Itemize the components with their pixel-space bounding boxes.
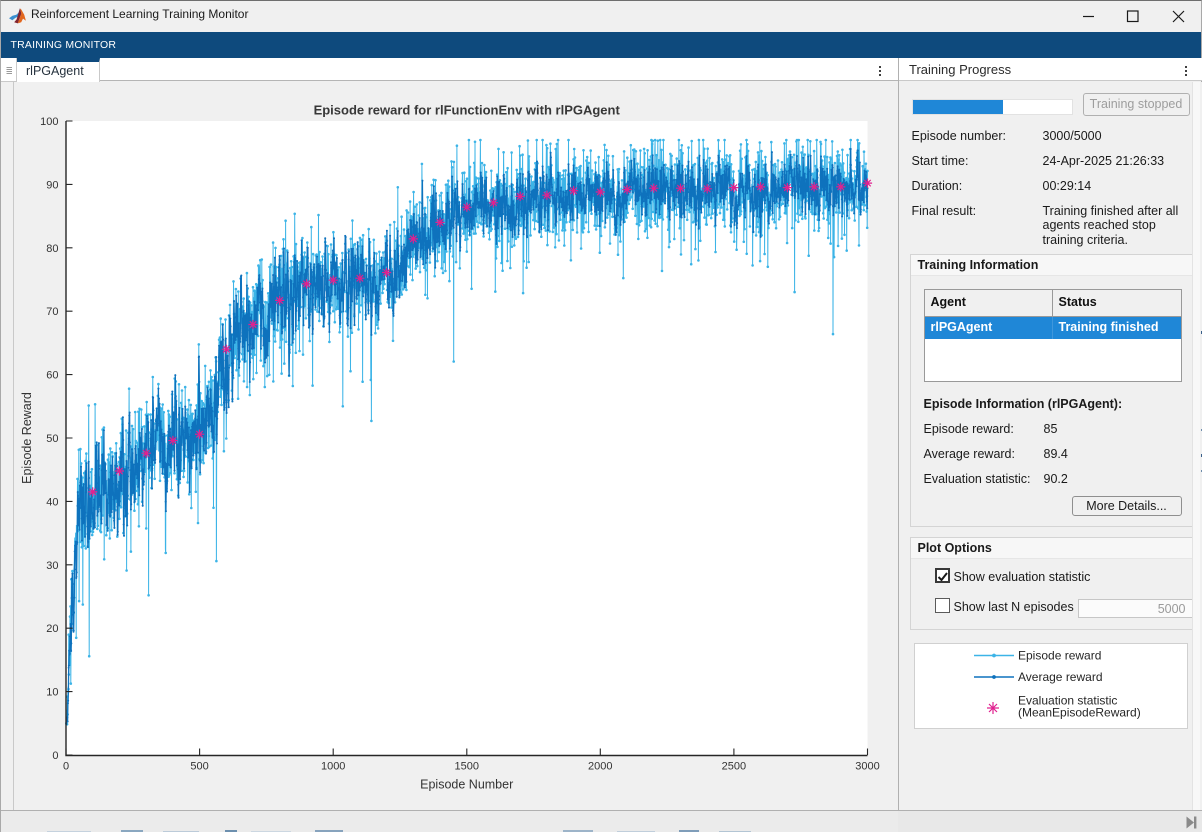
svg-text:20: 20: [46, 623, 58, 635]
svg-text:60: 60: [46, 370, 58, 382]
svg-text:3000: 3000: [855, 761, 879, 773]
svg-text:Episode reward for rlFunctionE: Episode reward for rlFunctionEnv with rl…: [314, 103, 621, 118]
svg-text:0: 0: [52, 750, 58, 762]
svg-text:Episode Number: Episode Number: [420, 778, 513, 792]
svg-text:80: 80: [46, 243, 58, 255]
svg-text:40: 40: [46, 496, 58, 508]
svg-text:1500: 1500: [455, 761, 479, 773]
svg-text:100: 100: [40, 116, 58, 128]
svg-text:10: 10: [46, 687, 58, 699]
svg-text:Episode reward: Episode reward: [1018, 649, 1101, 663]
svg-text:50: 50: [46, 433, 58, 445]
svg-text:2500: 2500: [722, 761, 746, 773]
svg-text:0: 0: [63, 761, 69, 773]
svg-text:(MeanEpisodeReward): (MeanEpisodeReward): [1018, 706, 1141, 720]
svg-text:500: 500: [190, 761, 208, 773]
svg-text:2000: 2000: [588, 761, 612, 773]
svg-text:30: 30: [46, 560, 58, 572]
svg-text:1000: 1000: [321, 761, 345, 773]
svg-text:Episode Reward: Episode Reward: [20, 392, 34, 484]
svg-text:90: 90: [46, 179, 58, 191]
svg-text:Average reward: Average reward: [1018, 670, 1103, 684]
svg-text:70: 70: [46, 306, 58, 318]
